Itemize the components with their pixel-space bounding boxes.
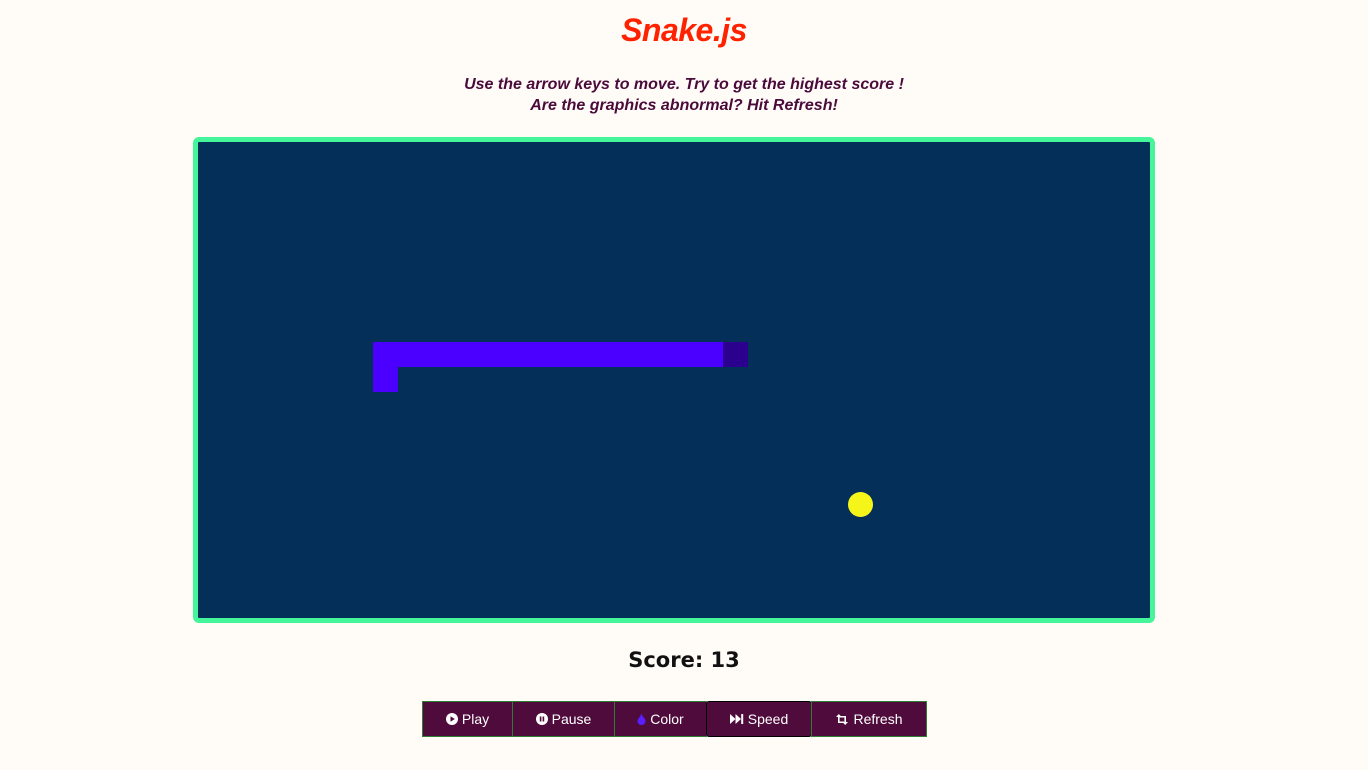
refresh-label: Refresh: [853, 711, 903, 727]
pause-label: Pause: [551, 711, 592, 727]
speed-button[interactable]: Speed: [706, 701, 812, 737]
game-board[interactable]: [193, 137, 1155, 623]
play-label: Play: [461, 711, 490, 727]
snake-body-segment: [373, 342, 723, 367]
snake-head: [723, 342, 748, 367]
retweet-icon: [835, 713, 849, 725]
pause-button[interactable]: Pause: [512, 701, 615, 737]
game-title: Snake.js: [621, 12, 747, 48]
instructions-line-2: Are the graphics abnormal? Hit Refresh!: [530, 97, 838, 114]
food-dot: [848, 492, 873, 517]
color-button[interactable]: Color: [614, 701, 707, 737]
snake-tail-segment: [373, 367, 398, 392]
droplet-icon: [637, 713, 646, 725]
play-button[interactable]: Play: [422, 701, 513, 737]
pause-circle-icon: [535, 713, 548, 725]
color-label: Color: [650, 711, 684, 727]
score-display: Score: 13: [628, 648, 740, 672]
fast-forward-icon: [729, 713, 744, 725]
control-bar: Play Pause Color Speed Refresh: [422, 701, 927, 737]
speed-label: Speed: [747, 711, 789, 727]
refresh-button[interactable]: Refresh: [811, 701, 927, 737]
instructions-line-1: Use the arrow keys to move. Try to get t…: [464, 76, 904, 93]
play-circle-icon: [445, 713, 458, 725]
